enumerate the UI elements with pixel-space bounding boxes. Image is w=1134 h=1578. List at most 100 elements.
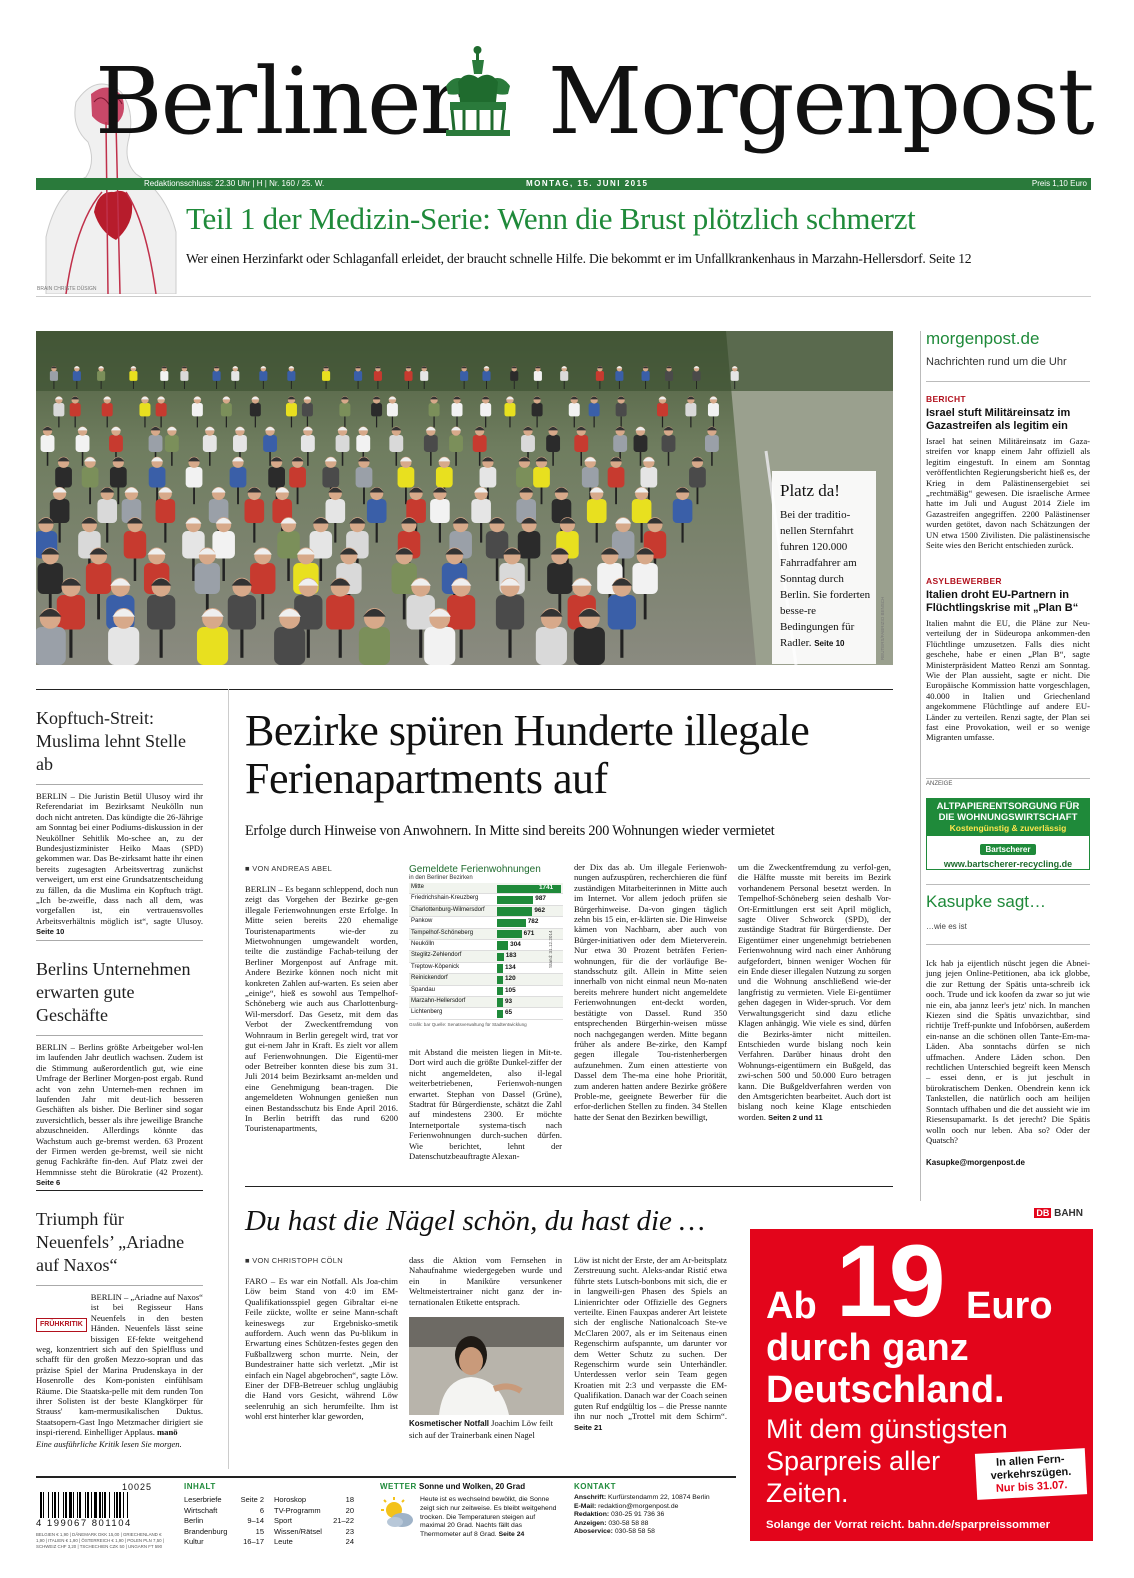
site-tagline: Nachrichten rund um die Uhr xyxy=(926,356,1067,368)
site-link[interactable]: morgenpost.de xyxy=(926,328,1039,350)
barcode-bar xyxy=(119,1492,122,1518)
sidebar-news-2-kicker: ASYLBEWERBER xyxy=(926,576,1002,586)
bahn-sticker: In allen Fern- verkehrszügen. Nur bis 31… xyxy=(974,1448,1088,1500)
cyclist-figure xyxy=(196,607,229,665)
barcode-bar xyxy=(90,1492,92,1518)
inhalt-item[interactable]: Horoskop 18 xyxy=(274,1495,354,1506)
second-col-2: dass die Aktion vom Fernsehen in Nahaufn… xyxy=(409,1255,562,1307)
barcode-bar xyxy=(40,1492,42,1518)
barcode-digits: 4 199067 801104 xyxy=(36,1518,132,1529)
barcode-bar xyxy=(63,1492,64,1518)
kontakt-title: KONTAKT xyxy=(574,1482,617,1491)
barcode-bar xyxy=(53,1492,56,1518)
recycling-ad[interactable]: ALTPAPIERENTSORGUNG FÜR DIE WOHNUNGSWIRT… xyxy=(926,798,1090,870)
ad-label: ANZEIGE xyxy=(926,781,953,787)
sidebar-news-2-text: Italien mahnt die EU, die Pläne zur Neu-… xyxy=(926,618,1090,743)
inhalt-item[interactable]: Brandenburg 15 xyxy=(184,1527,264,1538)
kasupke-title: Kasupke sagt… xyxy=(926,892,1047,911)
wetter-box: WETTER Sonne und Wolken, 20 Grad Heute i… xyxy=(380,1482,560,1538)
left-story-1: Kopftuch-Streit: Muslima lehnt Stelle ab… xyxy=(36,707,203,938)
chart-bar xyxy=(497,895,534,905)
recycling-ad-brand: Bartscherer xyxy=(979,844,1037,855)
chart-row: Treptow-Köpenick 134 xyxy=(409,962,563,975)
photo-caption-box: Platz da! Bei der traditio-nellen Sternf… xyxy=(772,471,876,664)
left-story-3: Triumph für Neuenfels’ „Ariadne auf Naxo… xyxy=(36,1208,203,1449)
bahn-ad[interactable]: DB BAHN Ab 19 Euro durch ganz Deutschlan… xyxy=(750,1201,1093,1541)
chart-category-label: Mitte xyxy=(411,884,425,890)
chart-row: Reinickendorf 120 xyxy=(409,974,563,986)
teaser-headline[interactable]: Teil 1 der Medizin-Serie: Wenn die Brust… xyxy=(186,200,1091,238)
barcode-bar xyxy=(94,1492,98,1518)
inhalt-name: Leserbriefe xyxy=(184,1495,222,1504)
recycling-ad-line3: Kostengünstig & zuverlässig xyxy=(949,823,1067,833)
dateline-bar: Redaktionsschluss: 22.30 Uhr | H | Nr. 1… xyxy=(36,178,1091,190)
chart-value-label: 1741 xyxy=(539,884,554,891)
bahn-line2: durch ganz xyxy=(766,1327,969,1369)
barcode-bar xyxy=(115,1492,118,1518)
cyclist-figure xyxy=(274,607,306,665)
bahn-line3: Deutschland. xyxy=(766,1369,1005,1411)
wetter-title: WETTER xyxy=(380,1482,417,1491)
inhalt-name: Sport xyxy=(274,1516,292,1525)
kasupke-text: Ick hab ja eijentlich nüscht jegen die A… xyxy=(926,958,1090,1145)
second-headline[interactable]: Du hast die Nägel schön, du hast die … xyxy=(245,1204,745,1238)
lead-headline[interactable]: Bezirke spüren Hunderte illegale Feriena… xyxy=(245,707,885,803)
inhalt-item[interactable]: Wirtschaft 6 xyxy=(184,1506,264,1517)
issue-price: Preis 1,10 Euro xyxy=(1031,179,1087,188)
cyclist-figure xyxy=(108,607,140,665)
left-story-2-headline[interactable]: Berlins Unternehmen erwarten gute Geschä… xyxy=(36,958,203,1027)
inhalt-item[interactable]: Leute 24 xyxy=(274,1537,354,1548)
inhalt-box: INHALT Leserbriefe Seite 2 Wirtschaft 6 Berl… xyxy=(184,1482,362,1548)
inhalt-name: Wissen/Rätsel xyxy=(274,1526,322,1536)
inhalt-page: 21–22 xyxy=(333,1516,354,1525)
kasupke-mail[interactable]: Kasupke@morgenpost.de xyxy=(926,1158,1025,1167)
bahn-ab: Ab xyxy=(766,1285,817,1327)
lead-col-1: BERLIN – Es begann schleppend, doch nun … xyxy=(245,884,398,1134)
chart-row: Marzahn-Hellersdorf 93 xyxy=(409,996,563,1009)
sidebar-news-1: BERICHT Israel stuft Militäreinsatz im G… xyxy=(926,394,1090,550)
left-story-1-headline[interactable]: Kopftuch-Streit: Muslima lehnt Stelle ab xyxy=(36,707,203,776)
chart-bar xyxy=(497,987,503,996)
sun-cloud-icon xyxy=(380,1496,414,1530)
barcode-top: 10025 xyxy=(122,1482,153,1492)
wetter-text: Heute ist es wechselnd bewölkt, die Sonn… xyxy=(420,1496,557,1539)
wetter-head: Sonne und Wolken, 20 Grad xyxy=(419,1482,526,1491)
kontakt-item: Aboservice: 030-58 58 58 xyxy=(574,1528,655,1536)
left-story-3-headline[interactable]: Triumph für Neuenfels’ „Ariadne auf Naxo… xyxy=(36,1208,203,1277)
barcode-bar xyxy=(76,1492,78,1518)
chart-value-label: 93 xyxy=(505,997,513,1005)
inhalt-item[interactable]: Berlin 9–14 xyxy=(184,1516,264,1527)
ferienwohnungen-chart: Gemeldete Ferienwohnungen in den Berline… xyxy=(409,864,563,1027)
barcode-bar xyxy=(73,1492,75,1518)
inhalt-item[interactable]: Sport 21–22 xyxy=(274,1516,354,1527)
inhalt-item[interactable]: Kultur 16–17 xyxy=(184,1537,264,1548)
barcode-bar xyxy=(122,1492,124,1518)
chart-category-label: Tempelhof-Schöneberg xyxy=(411,929,474,936)
sidebar-news-2-headline[interactable]: Italien droht EU-Partnern in Flüchtlings… xyxy=(926,589,1090,615)
barcode-bar xyxy=(68,1492,72,1518)
inhalt-item[interactable]: TV-Programm 20 xyxy=(274,1506,354,1517)
inhalt-page: 16–17 xyxy=(243,1537,264,1546)
inhalt-title: INHALT xyxy=(184,1482,216,1491)
chart-bar xyxy=(497,907,533,916)
chart-value-label: 183 xyxy=(505,952,517,960)
chart-row: Charlottenburg-Wilmersdorf 962 xyxy=(409,905,563,918)
recycling-ad-url: www.bartscherer-recycling.de xyxy=(943,859,1073,869)
second-byline: ■ VON CHRISTOPH CÖLN xyxy=(245,1256,343,1265)
inhalt-name: TV-Programm xyxy=(274,1505,321,1515)
chart-category-label: Friedrichshain-Kreuzberg xyxy=(411,895,479,902)
sidebar-news-1-headline[interactable]: Israel stuft Militäreinsatz im Gazastrei… xyxy=(926,407,1090,433)
barcode-bar xyxy=(65,1492,68,1518)
photo-caption-title: Platz da! xyxy=(780,481,840,500)
fruehkritik-badge: FRÜHKRITIK xyxy=(36,1318,87,1333)
chart-title: Gemeldete Ferienwohnungen xyxy=(409,864,541,875)
inhalt-name: Brandenburg xyxy=(184,1526,228,1536)
inhalt-item[interactable]: Leserbriefe Seite 2 xyxy=(184,1495,264,1506)
inhalt-item[interactable]: Wissen/Rätsel 23 xyxy=(274,1527,354,1538)
cyclist-figure xyxy=(573,607,605,665)
loew-photo xyxy=(409,1317,564,1415)
chart-subtitle: in den Berliner Bezirken xyxy=(409,875,473,881)
inhalt-name: Horoskop xyxy=(274,1495,307,1504)
chart-value-label: 304 xyxy=(510,940,521,948)
barcode-bar xyxy=(79,1492,82,1518)
